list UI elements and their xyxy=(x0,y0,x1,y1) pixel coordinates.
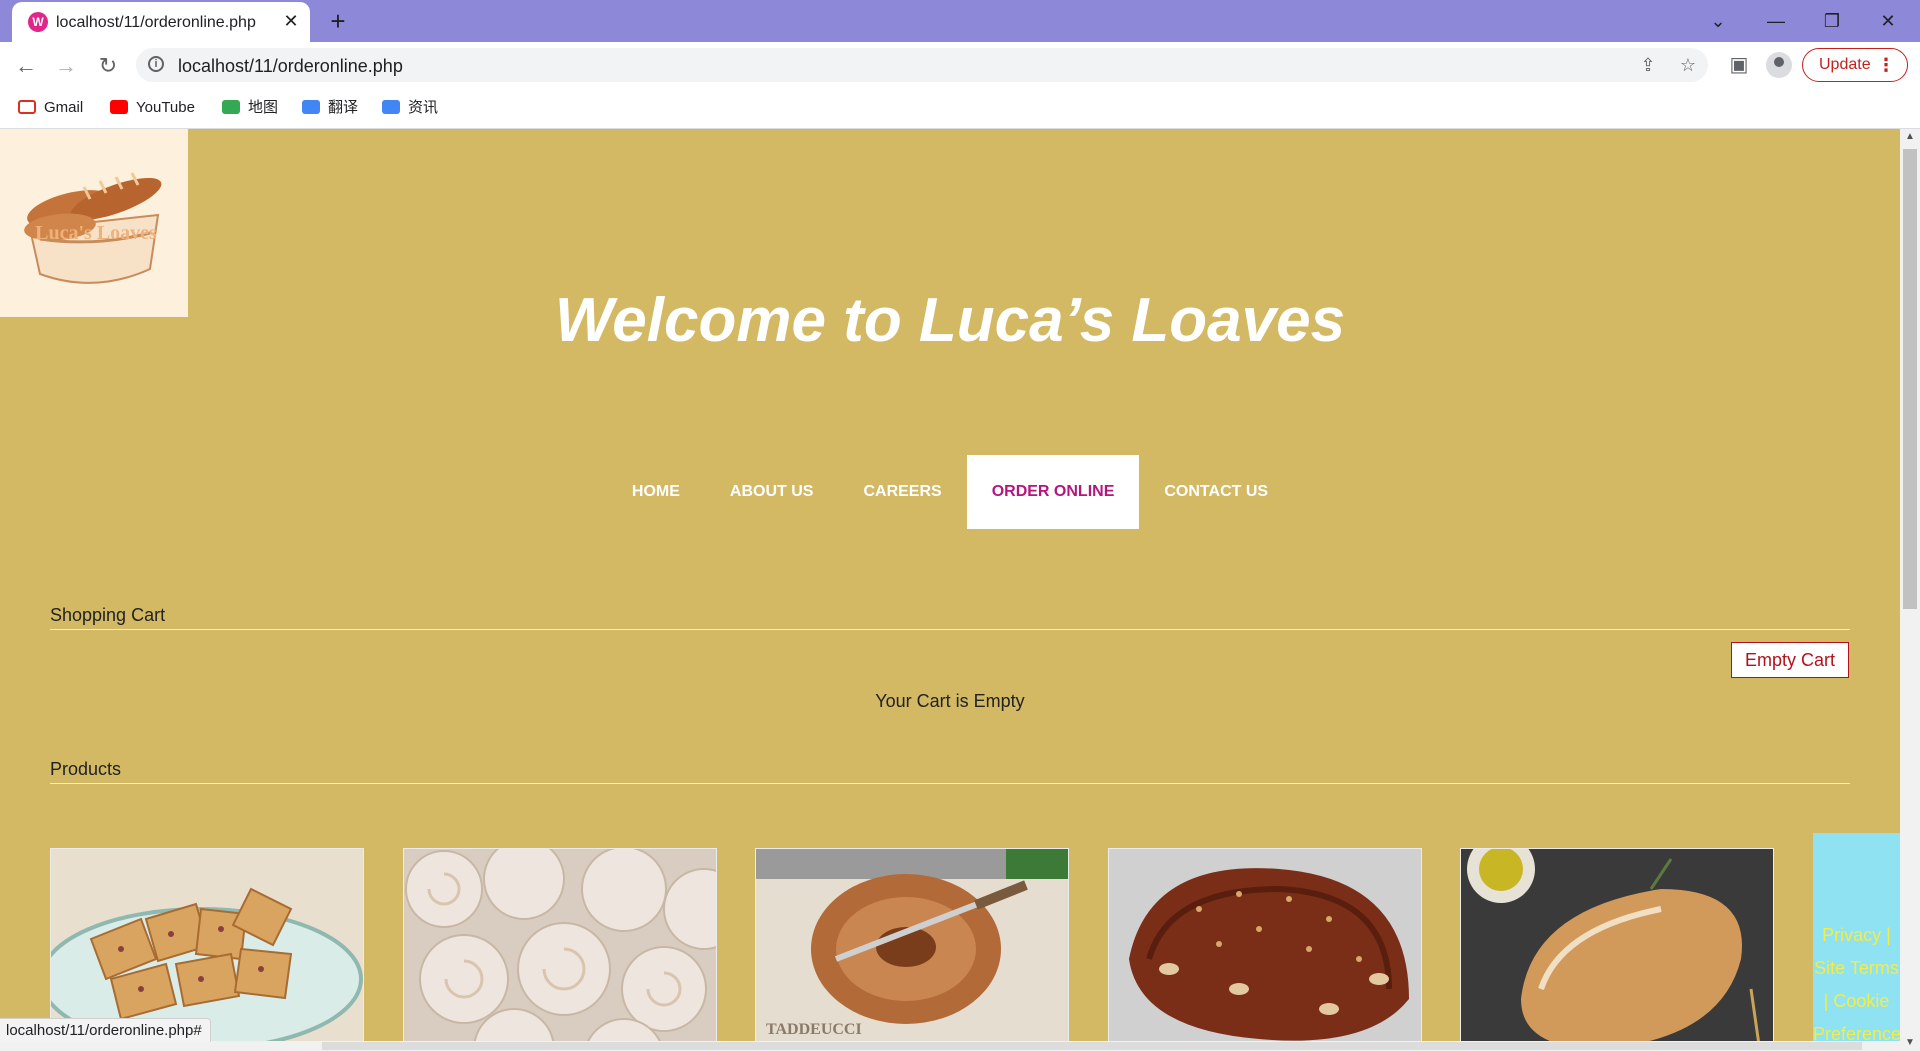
logo-text: Luca's Loaves xyxy=(35,222,157,244)
reload-icon[interactable]: ↻ xyxy=(92,50,124,82)
bookmark-label: 资讯 xyxy=(408,99,439,116)
site-info-icon[interactable]: i xyxy=(148,56,164,72)
profile-avatar-icon[interactable] xyxy=(1766,52,1792,78)
bookmark-label: YouTube xyxy=(136,99,195,116)
empty-cart-button[interactable]: Empty Cart xyxy=(1731,642,1849,678)
cart-status-text: Your Cart is Empty xyxy=(875,691,1025,711)
bookmark-label: 翻译 xyxy=(328,99,359,116)
browser-toolbar: ← → ↻ i localhost/11/orderonline.php ⇪ ☆… xyxy=(0,42,1920,88)
translate-icon xyxy=(302,100,320,114)
page-content: Luca's Loaves Welcome to Luca’s Loaves H… xyxy=(0,129,1900,1051)
nav-contact-us[interactable]: CONTACT US xyxy=(1139,455,1293,529)
youtube-icon xyxy=(110,100,128,114)
horizontal-scroll-thumb[interactable] xyxy=(322,1042,1862,1050)
nav-careers[interactable]: CAREERS xyxy=(838,455,966,529)
main-nav: HOME ABOUT US CAREERS ORDER ONLINE CONTACT U… xyxy=(0,455,1900,529)
address-url[interactable]: localhost/11/orderonline.php xyxy=(178,56,403,77)
bookmark-label: 地图 xyxy=(248,99,279,116)
side-panel-icon[interactable]: ▣ xyxy=(1726,52,1752,78)
update-label: Update xyxy=(1819,56,1871,73)
ring-bread-image: TADDEUCCI xyxy=(756,849,1068,1051)
ciabatta-image xyxy=(1461,849,1773,1051)
tab-search-icon[interactable]: ⌄ xyxy=(1696,6,1740,36)
bookmark-gmail[interactable]: Gmail xyxy=(18,98,83,118)
more-menu-icon[interactable]: ⋮ xyxy=(1877,49,1895,81)
bag-print-text: TADDEUCCI xyxy=(766,1021,862,1038)
product-image-ciabatta[interactable] xyxy=(1460,848,1774,1051)
gmail-icon xyxy=(18,100,36,114)
nav-order-online[interactable]: ORDER ONLINE xyxy=(966,455,1140,529)
nav-about-us[interactable]: ABOUT US xyxy=(705,455,839,529)
footer-cookie-link[interactable]: | Cookie xyxy=(1813,985,1900,1018)
update-button[interactable]: Update ⋮ xyxy=(1802,48,1908,82)
scroll-down-icon[interactable]: ▼ xyxy=(1900,1035,1920,1051)
page-title: Welcome to Luca’s Loaves xyxy=(554,286,1346,355)
news-icon xyxy=(382,100,400,114)
tab-strip: W localhost/11/orderonline.php ✕ + ⌄ — ❐… xyxy=(0,0,1920,42)
shopping-cart-heading: Shopping Cart xyxy=(50,605,166,625)
products-divider xyxy=(50,783,1850,784)
bookmark-news[interactable]: 资讯 xyxy=(382,98,438,118)
restore-button[interactable]: ❐ xyxy=(1810,6,1854,36)
bookmark-star-icon[interactable]: ☆ xyxy=(1676,53,1700,77)
footer-links-strip: Privacy | Site Terms | Cookie Preference xyxy=(1813,833,1900,1051)
close-window-button[interactable]: ✕ xyxy=(1866,6,1910,36)
share-icon[interactable]: ⇪ xyxy=(1636,53,1660,77)
bookmark-youtube[interactable]: YouTube xyxy=(110,98,195,118)
bookmarks-bar: Gmail YouTube 地图 翻译 资讯 xyxy=(0,88,1920,129)
bookmark-label: Gmail xyxy=(44,99,84,116)
product-image-almond-loaf[interactable] xyxy=(1108,848,1422,1051)
horizontal-scrollbar[interactable] xyxy=(0,1041,1900,1051)
scroll-thumb[interactable] xyxy=(1903,149,1917,609)
nav-home[interactable]: HOME xyxy=(607,455,705,529)
product-image-ring-bread[interactable]: TADDEUCCI xyxy=(755,848,1069,1051)
status-url-bubble: localhost/11/orderonline.php# xyxy=(0,1018,211,1042)
footer-site-terms-link[interactable]: Site Terms xyxy=(1813,952,1900,985)
bookmark-maps[interactable]: 地图 xyxy=(222,98,278,118)
almond-loaf-image xyxy=(1109,849,1421,1051)
scroll-up-icon[interactable]: ▲ xyxy=(1900,129,1920,145)
tab-close-icon[interactable]: ✕ xyxy=(280,10,302,32)
back-arrow-icon[interactable]: ← xyxy=(10,50,42,82)
footer-privacy-link[interactable]: Privacy | xyxy=(1813,919,1900,952)
cart-divider xyxy=(50,629,1850,630)
maps-icon xyxy=(222,100,240,114)
new-tab-button[interactable]: + xyxy=(324,8,352,36)
browser-tab[interactable]: W localhost/11/orderonline.php ✕ xyxy=(12,2,310,42)
products-heading: Products xyxy=(50,759,122,779)
tab-title: localhost/11/orderonline.php xyxy=(56,14,256,31)
address-bar[interactable]: i localhost/11/orderonline.php ⇪ ☆ xyxy=(136,48,1708,82)
bookmark-translate[interactable]: 翻译 xyxy=(302,98,358,118)
vertical-scrollbar[interactable]: ▲ ▼ xyxy=(1900,129,1920,1051)
site-favicon-icon: W xyxy=(28,12,48,32)
product-image-sugar-buns[interactable] xyxy=(403,848,717,1051)
minimize-button[interactable]: — xyxy=(1754,6,1798,36)
sugar-buns-image xyxy=(404,849,716,1051)
forward-arrow-icon[interactable]: → xyxy=(50,50,82,82)
